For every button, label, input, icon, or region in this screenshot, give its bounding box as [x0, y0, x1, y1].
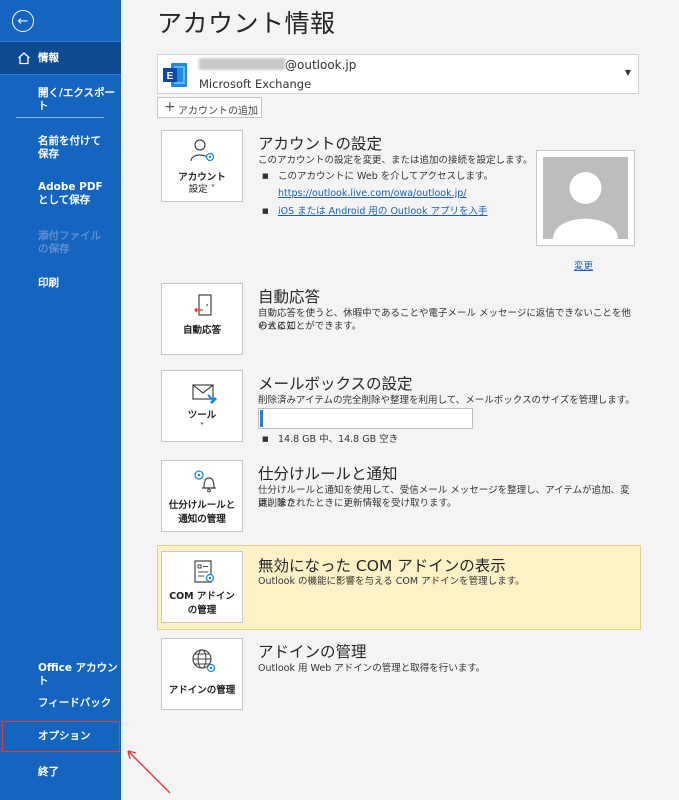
sidebar-item-exit[interactable]: 終了: [0, 766, 121, 780]
owa-link[interactable]: https://outlook.live.com/owa/outlook.jp/: [278, 187, 466, 200]
mailbox-title: メールボックスの設定: [258, 375, 413, 393]
sidebar-item-label: フィードバック: [38, 697, 112, 709]
chevron-down-icon: ˅: [199, 422, 205, 433]
addins-desc: Outlook 用 Web アドインの管理と取得を行います。: [258, 663, 486, 674]
mailbox-usage-value: 14.8 GB 中、14.8 GB 空き: [278, 434, 399, 445]
mailbox-settings-section: ツール ˅ メールボックスの設定 削除済みアイテムの完全削除や整理を利用して、メ…: [157, 370, 639, 445]
account-settings-title: アカウントの設定: [258, 135, 383, 153]
back-button[interactable]: ←: [12, 10, 34, 32]
account-settings-button-caret: 設定 ˅: [188, 184, 216, 195]
sidebar-item-office-account[interactable]: Office アカウント: [0, 662, 121, 687]
sidebar-item-label: 名前を付けて保存: [38, 135, 101, 160]
auto-reply-desc-2: らせることができます。: [258, 321, 362, 332]
manage-rules-button[interactable]: 仕分けルールと 通知の管理: [161, 460, 243, 532]
account-settings-bullet: ■ このアカウントに Web を介してアクセスします。: [262, 171, 494, 182]
rules-alerts-icon: [194, 470, 216, 493]
auto-reply-section: 自動応答 自動応答 自動応答を使うと、休暇中であることや電子メール メッセージに…: [157, 283, 639, 357]
manage-com-addins-button[interactable]: COM アドイン の管理: [161, 551, 243, 623]
exchange-icon: E: [163, 63, 187, 87]
sidebar-item-label: Office アカウント: [38, 662, 118, 687]
sidebar-item-save-as-pdf[interactable]: Adobe PDF として保存: [0, 181, 121, 209]
account-type: Microsoft Exchange: [199, 77, 312, 91]
auto-reply-button-label: 自動応答: [182, 325, 221, 336]
mailbox-tools-icon: [192, 384, 217, 404]
sidebar-item-feedback[interactable]: フィードバック: [0, 697, 121, 711]
mailbox-usage-fill: [260, 410, 263, 427]
mailbox-desc: 削除済みアイテムの完全削除や整理を利用して、メールボックスのサイズを管理します。: [258, 395, 635, 406]
sidebar-item-label: 情報: [38, 52, 59, 64]
sidebar-item-save-as[interactable]: 名前を付けて保存: [0, 135, 121, 163]
tools-button[interactable]: ツール ˅: [161, 370, 243, 442]
rules-title: 仕分けルールと通知: [258, 465, 398, 483]
svg-text:E: E: [167, 71, 174, 82]
annotation-arrow-icon: [127, 750, 171, 794]
sidebar-item-label: 開く/エクスポート: [38, 87, 116, 112]
sidebar-item-label: オプション: [38, 730, 91, 742]
auto-reply-icon: [194, 294, 212, 316]
rules-section: 仕分けルールと 通知の管理 仕分けルールと通知 仕分けルールと通知を使用して、受…: [157, 460, 639, 534]
com-addins-desc: Outlook の機能に影響を与える COM アドインを管理します。: [258, 576, 525, 587]
account-settings-icon: [190, 139, 215, 162]
sidebar-item-open-export[interactable]: 開く/エクスポート: [0, 87, 121, 112]
change-photo-link[interactable]: 変更: [574, 258, 593, 272]
person-silhouette-icon: [553, 172, 618, 239]
home-icon: [18, 52, 30, 65]
manage-addins-button-label: アドインの管理: [168, 685, 236, 696]
page-title: アカウント情報: [157, 9, 336, 38]
sidebar-divider: [16, 117, 104, 118]
bullet-text: このアカウントに Web を介してアクセスします。: [278, 171, 494, 182]
owa-link-text[interactable]: https://outlook.live.com/owa/outlook.jp/: [278, 188, 466, 199]
plus-icon: +: [164, 99, 176, 115]
manage-rules-button-label-1: 仕分けルールと: [168, 500, 236, 511]
addins-title: アドインの管理: [258, 643, 367, 661]
mobile-app-bullet: ■ iOS または Android 用の Outlook アプリを入手: [262, 206, 488, 217]
dropdown-arrow-icon: ▼: [624, 68, 631, 77]
redacted-username: [199, 58, 285, 70]
manage-rules-button-label-2: 通知の管理: [178, 514, 226, 525]
addins-section: アドインの管理 アドインの管理 Outlook 用 Web アドインの管理と取得…: [157, 638, 639, 712]
avatar-placeholder: [543, 157, 628, 239]
rules-desc-2: は削除されたときに更新情報を受け取ります。: [258, 498, 457, 509]
account-email-domain: @outlook.jp: [285, 58, 357, 72]
manage-com-addins-label-1: COM アドイン: [169, 591, 235, 602]
auto-reply-button[interactable]: 自動応答: [161, 283, 243, 355]
com-addins-section: COM アドイン の管理 無効になった COM アドインの表示 Outlook …: [157, 551, 639, 625]
sidebar-item-label: Adobe PDF として保存: [38, 181, 103, 206]
globe-gear-icon: [192, 649, 216, 673]
mailbox-usage-bar: [258, 408, 473, 429]
auto-reply-title: 自動応答: [258, 288, 321, 306]
account-settings-button[interactable]: アカウント 設定 ˅: [161, 130, 243, 202]
manage-addins-button[interactable]: アドインの管理: [161, 638, 243, 710]
account-dropdown[interactable]: E @outlook.jp Microsoft Exchange ▼: [157, 54, 639, 94]
sidebar-item-label: 添付ファイルの保存: [38, 230, 101, 255]
back-arrow-icon: ←: [17, 13, 29, 29]
backstage-sidebar: ← 情報 開く/エクスポート 名前を付けて保存 Adobe PDF として保存 …: [0, 0, 121, 800]
add-account-button[interactable]: + アカウントの追加: [157, 97, 262, 118]
mailbox-usage-text: ■ 14.8 GB 中、14.8 GB 空き: [262, 434, 399, 445]
manage-com-addins-label-2: の管理: [187, 605, 217, 616]
com-addins-title: 無効になった COM アドインの表示: [258, 557, 506, 575]
sidebar-item-options[interactable]: オプション: [0, 730, 121, 744]
com-addin-icon: [194, 560, 215, 583]
sidebar-item-save-attachments: 添付ファイルの保存: [0, 230, 121, 258]
account-settings-section: アカウント 設定 ˅ アカウントの設定 このアカウントの設定を変更、または追加の…: [157, 130, 639, 272]
mobile-app-link[interactable]: iOS または Android 用の Outlook アプリを入手: [278, 206, 487, 217]
sidebar-item-print[interactable]: 印刷: [0, 277, 121, 291]
add-account-label: アカウントの追加: [178, 106, 258, 117]
sidebar-item-label: 終了: [38, 766, 59, 778]
account-email: @outlook.jp: [199, 58, 356, 72]
sidebar-item-info[interactable]: 情報: [0, 41, 121, 75]
sidebar-item-label: 印刷: [38, 277, 59, 289]
profile-picture: [536, 150, 635, 246]
